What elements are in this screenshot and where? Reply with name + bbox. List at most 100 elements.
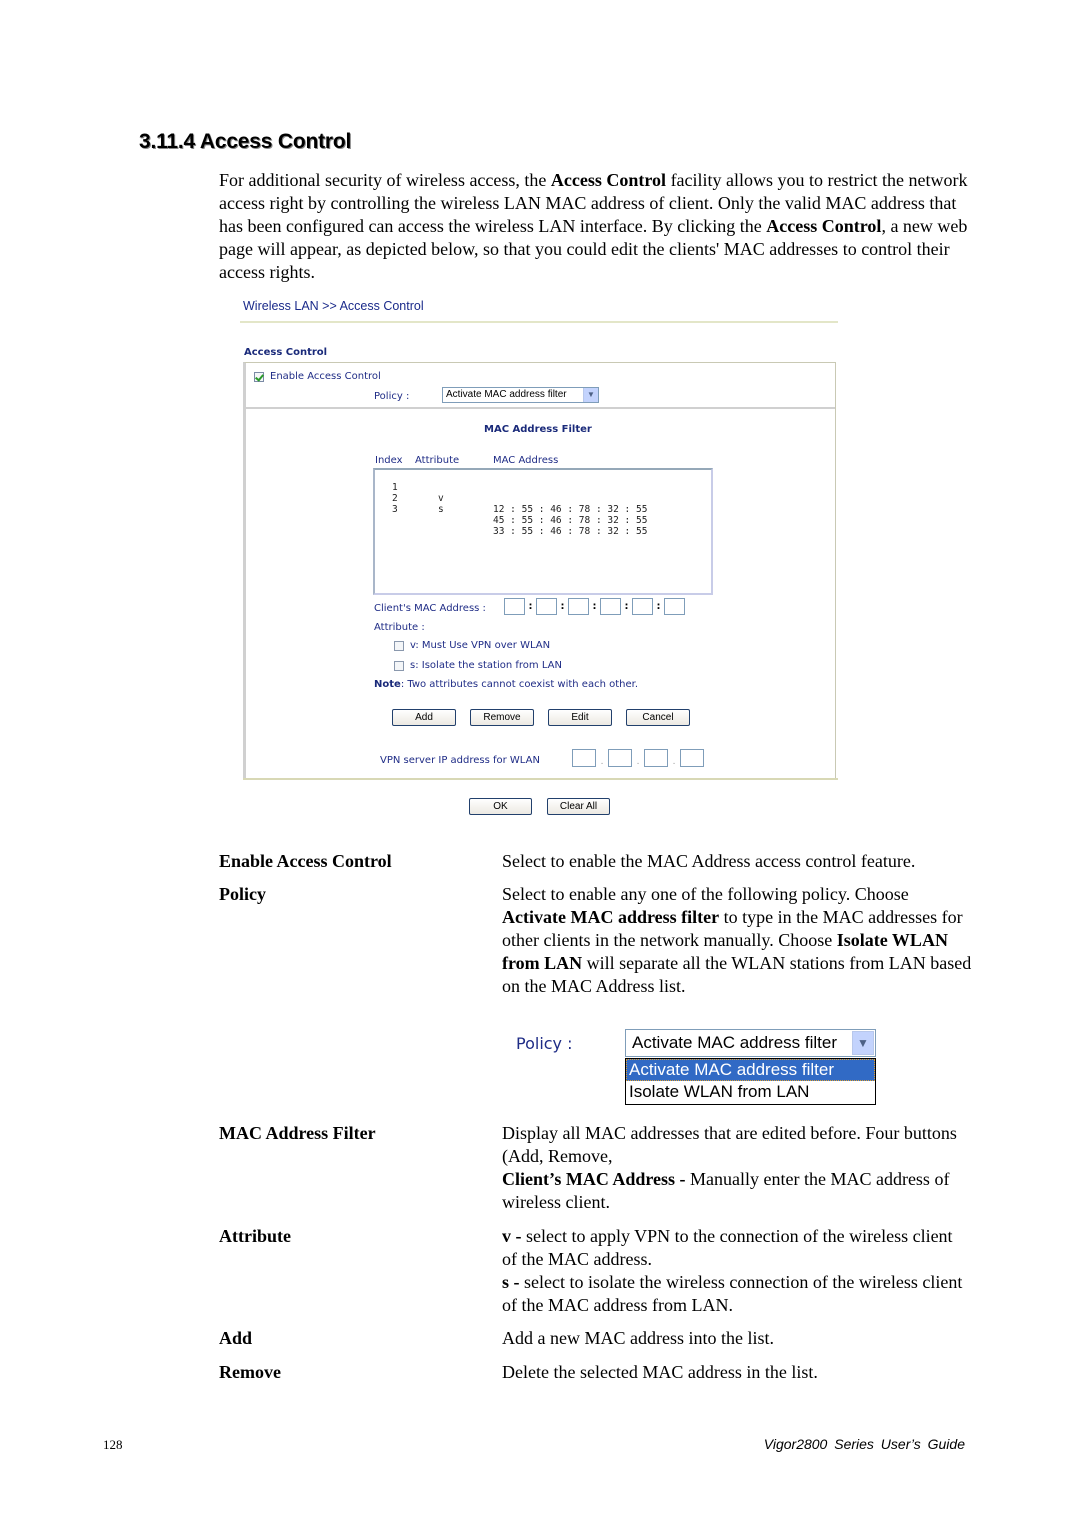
section-divider [246,407,835,409]
enable-access-control-checkbox[interactable] [254,371,264,382]
vpn-server-ip-inputs: . . . [572,749,704,767]
policy-select[interactable]: Activate MAC address filter ▼ [442,387,599,403]
intro-text: For additional security of wireless acce… [219,170,551,190]
note: Note: Two attributes cannot coexist with… [374,679,638,690]
ip-separator: . [600,757,604,767]
panel-title: Access Control [244,347,328,358]
intro-paragraph: For additional security of wireless acce… [219,169,979,284]
breadcrumb: Wireless LAN >> Access Control [243,299,424,313]
remove-button[interactable]: Remove [470,709,534,726]
row-attribute: v [438,493,444,504]
mac-octet-4-input[interactable] [600,598,621,615]
desc-text: select to apply VPN to the connection of… [502,1226,953,1269]
row-mac: 45 : 55 : 46 : 78 : 32 : 55 [493,515,648,526]
list-item[interactable]: 1 v 12 : 55 : 46 : 78 : 32 : 55 [375,471,647,515]
vpn-server-ip-label: VPN server IP address for WLAN [380,755,540,766]
header-divider [240,321,838,323]
desc-term: Attribute [219,1226,291,1246]
desc-body: Delete the selected MAC address in the l… [502,1362,818,1382]
mac-octet-6-input[interactable] [664,598,685,615]
enable-access-control-label: Enable Access Control [270,371,381,382]
clear-all-button[interactable]: Clear All [547,798,610,815]
intro-bold: Access Control [766,216,882,236]
row-mac: 33 : 55 : 46 : 78 : 32 : 55 [493,526,648,537]
ip-separator: . [672,757,676,767]
cancel-button[interactable]: Cancel [626,709,690,726]
attribute-label: Attribute : [374,622,425,633]
chevron-down-icon[interactable]: ▼ [852,1031,874,1055]
desc-body: Select to enable the MAC Address access … [502,851,916,871]
client-mac-inputs: : : : : : [504,598,685,615]
vpn-ip-octet-4-input[interactable] [680,749,704,767]
desc-bold: v - [502,1226,522,1246]
mac-separator: : [592,601,597,612]
mac-octet-1-input[interactable] [504,598,525,615]
vpn-ip-octet-2-input[interactable] [608,749,632,767]
add-button[interactable]: Add [392,709,456,726]
note-label: Note [374,679,401,690]
attribute-s-checkbox[interactable] [394,660,404,671]
page-number: 128 [103,1437,123,1452]
mac-address-list[interactable]: 1 v 12 : 55 : 46 : 78 : 32 : 55 2 s 45 :… [373,468,713,595]
intro-bold: Access Control [550,170,667,190]
desc-bold: Client’s MAC Address - [502,1169,686,1189]
desc-term: Remove [219,1362,281,1382]
edit-button[interactable]: Edit [548,709,612,726]
policy-dropdown-illustration: Policy : Activate MAC address filter ▼ A… [516,1028,886,1108]
desc-body: Add a new MAC address into the list. [502,1328,774,1348]
desc-term: MAC Address Filter [219,1123,376,1143]
vpn-ip-octet-1-input[interactable] [572,749,596,767]
enable-access-control-option[interactable]: Enable Access Control [254,371,381,382]
attribute-v-option[interactable]: v: Must Use VPN over WLAN [394,640,550,651]
mac-address-filter-title: MAC Address Filter [484,424,592,435]
list-item[interactable]: 2 s 45 : 55 : 46 : 78 : 32 : 55 [375,482,647,526]
policy-options-list: Activate MAC address filter Isolate WLAN… [625,1058,876,1105]
ip-separator: . [636,757,640,767]
client-mac-label: Client's MAC Address : [374,603,486,614]
policy-label: Policy : [374,391,410,402]
policy-label: Policy : [516,1034,573,1053]
desc-term: Policy [219,884,266,904]
attribute-s-label: s: Isolate the station from LAN [410,660,562,671]
column-header-mac-address: MAC Address [493,455,559,466]
guide-title: Vigor2800 Series User’s Guide [763,1436,965,1452]
desc-body: v - select to apply VPN to the connectio… [502,1225,972,1317]
row-attribute: s [438,504,444,515]
mac-octet-5-input[interactable] [632,598,653,615]
mac-separator: : [624,601,629,612]
desc-term: Add [219,1328,253,1348]
note-text: : Two attributes cannot coexist with eac… [400,679,639,690]
mac-separator: : [560,601,565,612]
desc-body: Select to enable any one of the followin… [502,883,972,998]
column-header-attribute: Attribute [415,455,460,466]
access-control-screenshot: Wireless LAN >> Access Control Access Co… [240,296,840,826]
attribute-s-option[interactable]: s: Isolate the station from LAN [394,660,562,671]
row-mac: 12 : 55 : 46 : 78 : 32 : 55 [493,504,648,515]
desc-bold: s - [502,1272,520,1292]
policy-select[interactable]: Activate MAC address filter ▼ [625,1029,876,1057]
desc-text: Display all MAC addresses that are edite… [502,1123,957,1166]
row-index: 3 [392,504,398,515]
mac-separator: : [528,601,533,612]
vpn-ip-octet-3-input[interactable] [644,749,668,767]
desc-body: Display all MAC addresses that are edite… [502,1122,972,1214]
desc-bold: Activate MAC address filter [502,907,720,927]
policy-option-isolate-wlan[interactable]: Isolate WLAN from LAN [626,1081,875,1103]
mac-octet-3-input[interactable] [568,598,589,615]
panel-bottom-border [243,778,838,780]
section-title: 3.11.4 Access Control [139,130,352,153]
mac-octet-2-input[interactable] [536,598,557,615]
access-control-panel: Enable Access Control Policy : Activate … [243,362,836,779]
list-item[interactable]: 3 33 : 55 : 46 : 78 : 32 : 55 [375,493,647,537]
desc-text: Select to enable any one of the followin… [502,884,909,904]
desc-text: select to isolate the wireless connectio… [502,1272,963,1315]
attribute-v-checkbox[interactable] [394,640,404,651]
column-header-index: Index [375,455,403,466]
mac-separator: : [656,601,661,612]
ok-button[interactable]: OK [469,798,532,815]
chevron-down-icon[interactable]: ▼ [583,388,598,402]
policy-select-value: Activate MAC address filter [632,1033,838,1052]
policy-option-activate-mac-filter[interactable]: Activate MAC address filter [626,1059,875,1081]
attribute-v-label: v: Must Use VPN over WLAN [410,640,551,651]
desc-term: Enable Access Control [219,851,392,871]
